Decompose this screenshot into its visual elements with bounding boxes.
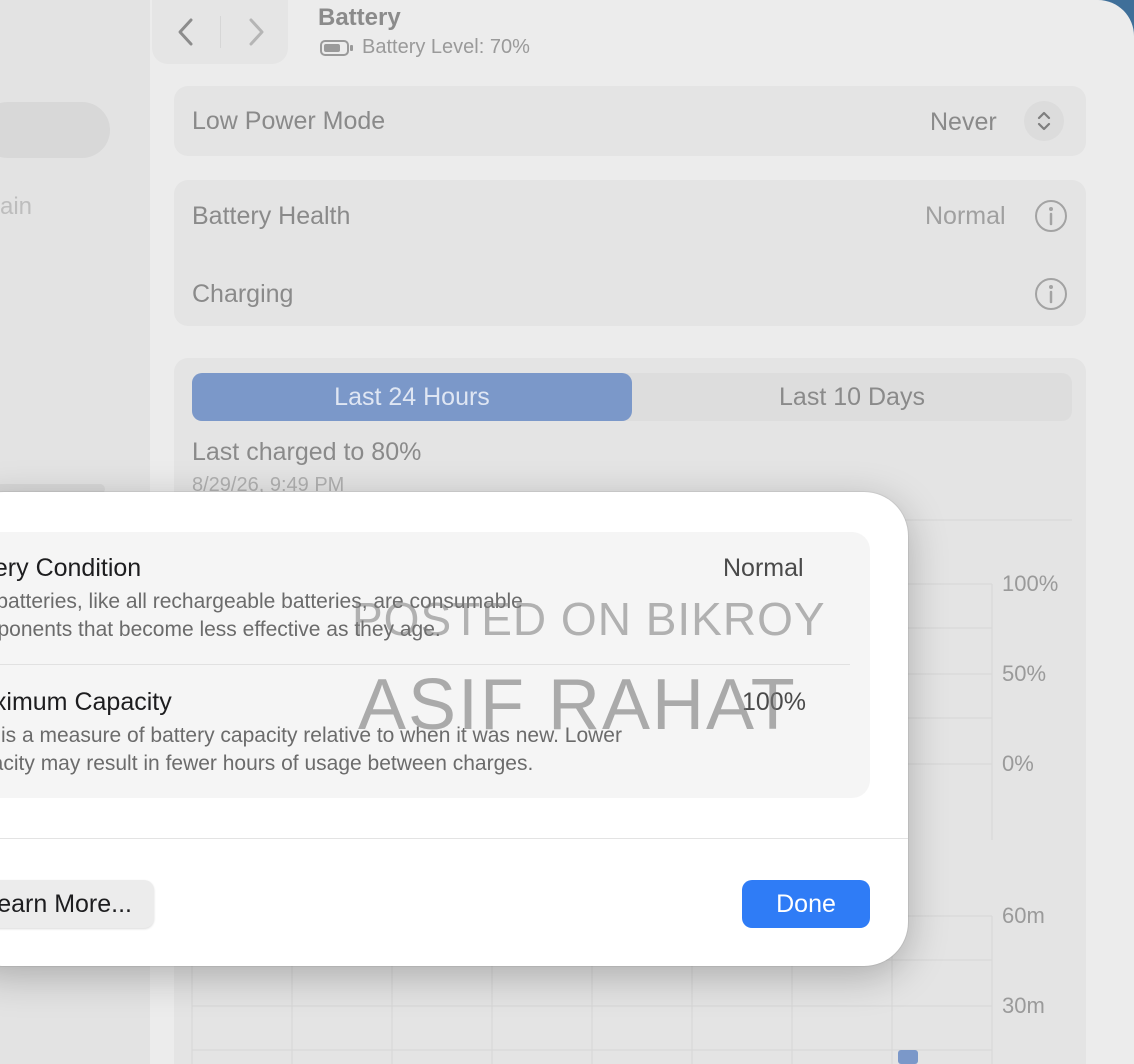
battery-condition-title: ttery Condition (0, 554, 142, 582)
done-button[interactable]: Done (742, 880, 870, 928)
learn-more-button[interactable]: earn More... (0, 880, 154, 928)
footer-divider (0, 838, 908, 839)
battery-condition-value: Normal (723, 554, 804, 582)
usage-bar (898, 1050, 918, 1064)
y-tick-0: 0% (1002, 751, 1034, 776)
y-tick-100: 100% (1002, 571, 1059, 596)
y-tick-30m: 30m (1002, 993, 1045, 1018)
y-tick-60m: 60m (1002, 903, 1045, 928)
maximum-capacity-desc-2: pacity may result in fewer hours of usag… (0, 752, 534, 775)
watermark-line-2: ASIF RAHAT (358, 665, 797, 745)
watermark-line-1: POSTED ON BIKROY (352, 593, 826, 645)
y-tick-50: 50% (1002, 661, 1047, 686)
maximum-capacity-title: aximum Capacity (0, 688, 172, 716)
